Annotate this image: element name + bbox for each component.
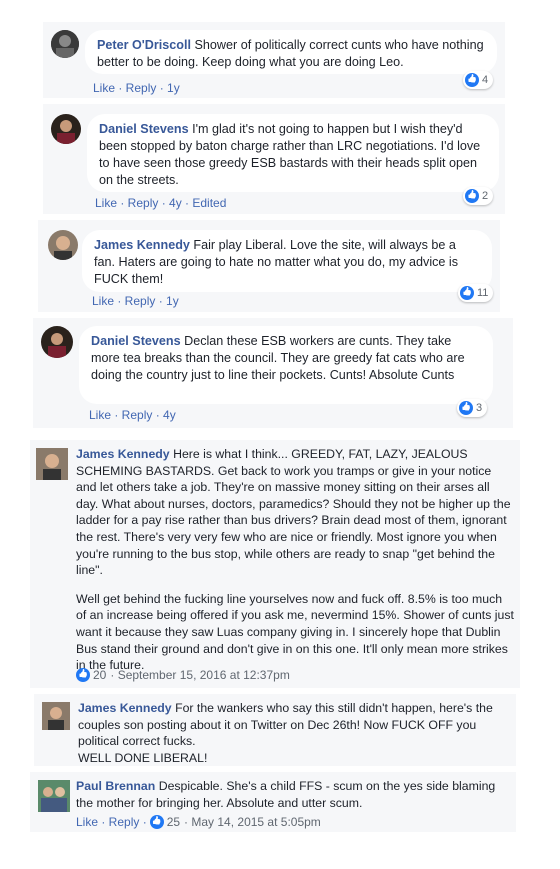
comment-card: Paul Brennan Despicable. She's a child F… <box>30 772 516 832</box>
like-icon <box>465 73 479 87</box>
comment-text-paragraph: Well get behind the fucking line yoursel… <box>76 591 514 673</box>
comment-meta: 20 · September 15, 2016 at 12:37pm <box>76 668 290 682</box>
avatar[interactable] <box>51 30 79 58</box>
commenter-name[interactable]: Peter O'Driscoll <box>97 38 191 52</box>
commenter-name[interactable]: James Kennedy <box>76 447 170 461</box>
profile-photo-icon <box>38 780 70 812</box>
comment-card: James Kennedy Fair play Liberal. Love th… <box>38 220 500 312</box>
reaction-count[interactable]: 4 <box>463 71 494 89</box>
reaction-count[interactable]: 2 <box>463 187 494 205</box>
avatar[interactable] <box>41 326 73 358</box>
profile-photo-icon <box>36 448 68 480</box>
timestamp[interactable]: · September 15, 2016 at 12:37pm <box>110 668 289 682</box>
comment-bubble: Daniel Stevens I'm glad it's not going t… <box>87 114 499 192</box>
like-count[interactable]: 25 <box>167 815 180 829</box>
comment-bubble: James Kennedy Fair play Liberal. Love th… <box>82 230 492 292</box>
avatar[interactable] <box>38 780 70 812</box>
comment-card: Daniel Stevens I'm glad it's not going t… <box>43 104 505 214</box>
profile-photo-icon <box>41 326 73 358</box>
commenter-name[interactable]: James Kennedy <box>78 701 172 715</box>
comment-bubble: Daniel Stevens Declan these ESB workers … <box>79 326 493 404</box>
commenter-name[interactable]: Daniel Stevens <box>99 122 189 136</box>
like-icon <box>76 668 90 682</box>
comment-actions[interactable]: Like · Reply · 4y · Edited <box>95 196 226 210</box>
commenter-name[interactable]: Daniel Stevens <box>91 334 181 348</box>
comment-card: Daniel Stevens Declan these ESB workers … <box>33 318 513 428</box>
reaction-count[interactable]: 11 <box>458 284 494 302</box>
comment-actions[interactable]: Like · Reply · 4y <box>89 408 176 422</box>
profile-photo-icon <box>51 114 81 144</box>
profile-photo-icon <box>42 702 70 730</box>
avatar[interactable] <box>36 448 68 480</box>
comment-text-line: WELL DONE LIBERAL! <box>78 750 208 765</box>
profile-photo-icon <box>48 230 78 260</box>
profile-photo-icon <box>51 30 79 58</box>
comment-body: James Kennedy Here is what I think... GR… <box>76 446 514 674</box>
comment-card: Peter O'Driscoll Shower of politically c… <box>43 22 505 98</box>
comment-text: Here is what I think... GREEDY, FAT, LAZ… <box>76 447 511 578</box>
comment-meta: Like · Reply · 25 · May 14, 2015 at 5:05… <box>76 815 321 829</box>
avatar[interactable] <box>51 114 81 144</box>
like-count[interactable]: 20 <box>93 668 106 682</box>
comment-card: James Kennedy Here is what I think... GR… <box>30 440 520 688</box>
comment-bubble: Peter O'Driscoll Shower of politically c… <box>85 30 497 74</box>
like-reply-links[interactable]: Like · Reply · <box>76 815 147 829</box>
comment-actions[interactable]: Like · Reply · 1y <box>93 81 180 95</box>
like-icon <box>460 286 474 300</box>
timestamp[interactable]: · May 14, 2015 at 5:05pm <box>184 815 321 829</box>
avatar[interactable] <box>42 702 70 730</box>
comment-card: James Kennedy For the wankers who say th… <box>34 694 516 766</box>
avatar[interactable] <box>48 230 78 260</box>
like-icon <box>465 189 479 203</box>
reaction-count[interactable]: 3 <box>457 399 488 417</box>
commenter-name[interactable]: James Kennedy <box>94 238 190 252</box>
comment-body: Paul Brennan Despicable. She's a child F… <box>76 778 508 811</box>
comment-body: James Kennedy For the wankers who say th… <box>78 700 510 766</box>
commenter-name[interactable]: Paul Brennan <box>76 779 155 793</box>
like-icon <box>459 401 473 415</box>
comment-actions[interactable]: Like · Reply · 1y <box>92 294 179 308</box>
like-icon <box>149 815 164 829</box>
